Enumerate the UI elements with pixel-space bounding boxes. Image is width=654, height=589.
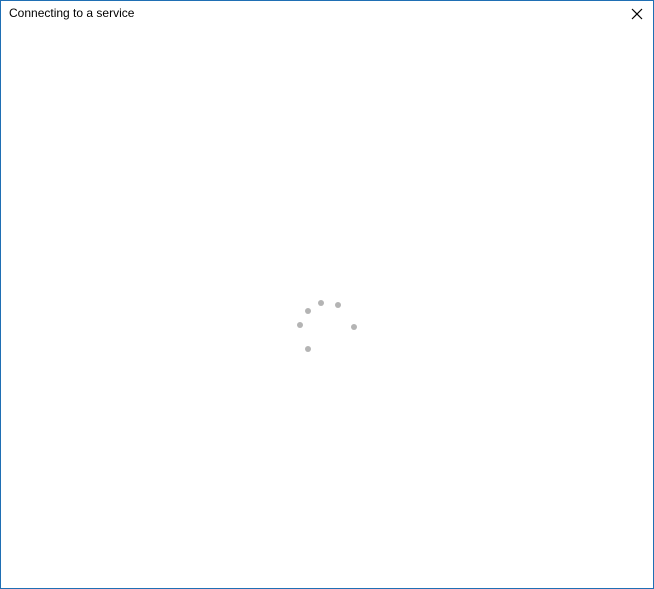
dialog-window: Connecting to a service: [0, 0, 654, 589]
content-area: [1, 26, 653, 588]
spinner-dot: [305, 308, 311, 314]
spinner-dot: [297, 322, 303, 328]
window-title: Connecting to a service: [9, 6, 135, 20]
spinner-dot: [351, 324, 357, 330]
close-button[interactable]: [621, 1, 653, 26]
close-icon: [631, 8, 643, 19]
spinner-dot: [305, 346, 311, 352]
title-bar: Connecting to a service: [1, 1, 653, 26]
spinner-dot: [335, 302, 341, 308]
spinner-dot: [318, 300, 324, 306]
loading-spinner-icon: [297, 300, 357, 352]
